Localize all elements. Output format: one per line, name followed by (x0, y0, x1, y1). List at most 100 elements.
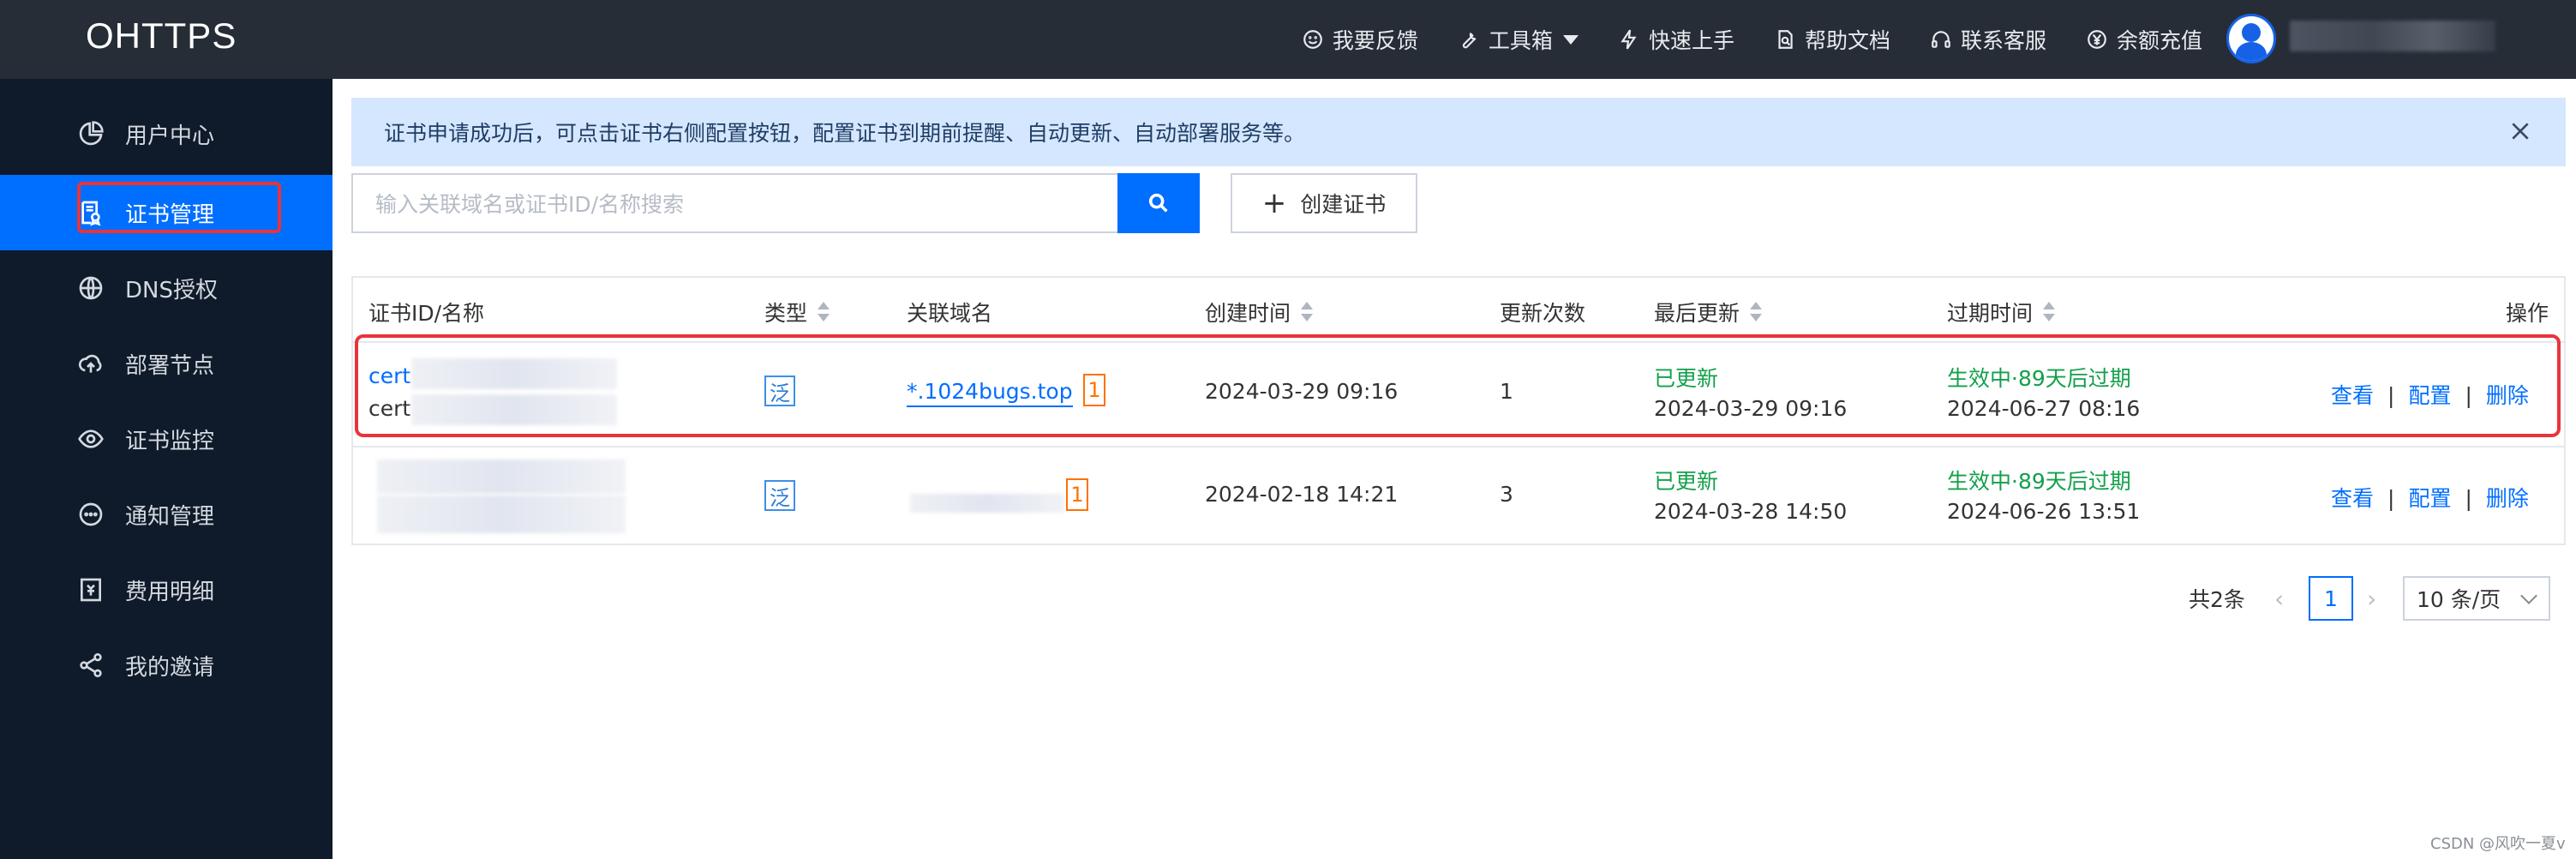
search-placeholder: 输入关联域名或证书ID/名称搜索 (375, 192, 685, 217)
header-created[interactable]: 创建时间 (1205, 297, 1314, 327)
nav-support[interactable]: 联系客服 (1930, 24, 2046, 55)
headset-icon (1932, 31, 1950, 48)
expire-time: 2024-06-26 13:51 (1947, 499, 2141, 524)
lightning-icon (1620, 29, 1637, 50)
wrench-icon (1462, 33, 1477, 49)
caret-down-icon (1562, 34, 1579, 45)
header-id-name-label: 证书ID/名称 (368, 301, 485, 326)
plus-icon: + (1261, 186, 1287, 220)
view-link[interactable]: 查看 (2331, 486, 2374, 511)
share-icon (80, 653, 102, 677)
search-icon (1148, 193, 1168, 213)
redacted-block (377, 460, 626, 494)
nav-recharge-label: 余额充值 (2116, 28, 2202, 53)
globe-icon (79, 276, 103, 300)
sidebar-item-billing[interactable]: 费用明细 (0, 552, 332, 628)
domain-count-badge[interactable]: 1 (1066, 478, 1088, 511)
sidebar-item-label: 费用明细 (125, 579, 215, 605)
sidebar-item-cert-monitor[interactable]: 证书监控 (0, 401, 332, 477)
nav-help-docs-label: 帮助文档 (1804, 28, 1890, 53)
last-update-time: 2024-03-28 14:50 (1654, 499, 1848, 524)
top-nav: 我要反馈 工具箱 快速上手 帮助文档 联系客服 余额充值 (1262, 0, 2202, 79)
header-type[interactable]: 类型 (764, 297, 830, 327)
header-last-update[interactable]: 最后更新 (1654, 297, 1763, 327)
page-size-select[interactable]: 10 条/页 (2403, 576, 2550, 621)
search-button[interactable] (1117, 173, 1200, 233)
nav-toolbox[interactable]: 工具箱 (1458, 24, 1579, 55)
eye-icon (78, 430, 104, 448)
header-type-label: 类型 (764, 301, 808, 326)
sidebar-item-label: 我的邀请 (125, 654, 215, 681)
watermark: CSDN @风吹一夏v (2430, 835, 2566, 853)
action-separator: | (2387, 486, 2395, 511)
pagination-total: 共2条 (2189, 587, 2245, 612)
info-notice: 证书申请成功后，可点击证书右侧配置按钮，配置证书到期前提醒、自动更新、自动部署服… (351, 98, 2566, 166)
header-renew-count: 更新次数 (1500, 297, 1585, 327)
row-actions: 查看 | 配置 | 删除 (2331, 482, 2529, 513)
header-expire[interactable]: 过期时间 (1947, 297, 2056, 327)
expire-status: 生效中·89天后过期 (1947, 469, 2131, 494)
highlight-box-sidebar (77, 182, 281, 233)
header-actions-label: 操作 (2506, 301, 2549, 326)
nav-feedback[interactable]: 我要反馈 (1302, 24, 1418, 55)
top-bar: OHTTPS 我要反馈 工具箱 快速上手 帮助文档 联系客服 余额充值 (0, 0, 2576, 79)
sort-icon[interactable] (1301, 300, 1314, 324)
smile-icon (1303, 30, 1322, 49)
header-renew-count-label: 更新次数 (1500, 301, 1586, 326)
header-created-label: 创建时间 (1205, 301, 1291, 326)
header-expire-label: 过期时间 (1947, 301, 2034, 326)
sidebar-item-invites[interactable]: 我的邀请 (0, 628, 332, 703)
type-badge: 泛 (764, 480, 795, 511)
sidebar-item-notifications[interactable]: 通知管理 (0, 477, 332, 552)
username-redacted[interactable] (2290, 21, 2495, 51)
renew-count: 3 (1500, 482, 1513, 507)
last-update-status: 已更新 (1654, 469, 1719, 494)
chevron-right-icon[interactable]: › (2367, 585, 2376, 613)
sidebar-item-dns-auth[interactable]: DNS授权 (0, 250, 332, 326)
header-last-update-label: 最后更新 (1654, 301, 1740, 326)
nav-quickstart[interactable]: 快速上手 (1618, 24, 1734, 55)
chevron-left-icon[interactable]: ‹ (2274, 585, 2284, 613)
sidebar-item-label: 部署节点 (125, 352, 215, 379)
bill-icon (81, 578, 101, 602)
sort-icon[interactable] (1750, 300, 1763, 324)
chevron-down-icon (2520, 587, 2537, 604)
document-search-icon (1778, 30, 1793, 49)
nav-toolbox-label: 工具箱 (1488, 28, 1553, 53)
sidebar-item-deploy-nodes[interactable]: 部署节点 (0, 326, 332, 401)
create-cert-button[interactable]: + 创建证书 (1231, 173, 1417, 233)
redacted-block (377, 496, 626, 533)
header-domain: 关联域名 (907, 297, 992, 327)
sidebar-item-label: 通知管理 (125, 503, 215, 530)
header-domain-label: 关联域名 (907, 301, 993, 326)
redacted-block (910, 494, 1064, 513)
notice-text: 证书申请成功后，可点击证书右侧配置按钮，配置证书到期前提醒、自动更新、自动部署服… (384, 121, 1306, 146)
close-icon[interactable] (2509, 120, 2531, 142)
header-actions: 操作 (2506, 297, 2549, 327)
highlight-box-row (355, 334, 2561, 437)
avatar[interactable] (2226, 14, 2276, 63)
cloud-upload-icon (79, 354, 102, 373)
sidebar-item-user-center[interactable]: 用户中心 (0, 96, 332, 171)
nav-help-docs[interactable]: 帮助文档 (1774, 24, 1890, 55)
sidebar-item-label: 证书监控 (125, 428, 215, 454)
yen-icon (2088, 30, 2106, 49)
action-separator: | (2465, 486, 2472, 511)
search-input[interactable]: 输入关联域名或证书ID/名称搜索 (351, 173, 1117, 233)
header-id-name: 证书ID/名称 (368, 297, 484, 327)
page-size-value: 10 条/页 (2417, 587, 2501, 612)
create-cert-label: 创建证书 (1300, 192, 1387, 217)
sort-icon[interactable] (2043, 300, 2056, 324)
divider (353, 446, 2564, 448)
sidebar-item-label: 用户中心 (125, 123, 215, 149)
config-link[interactable]: 配置 (2408, 486, 2451, 511)
pie-chart-icon (79, 121, 104, 146)
sort-icon[interactable] (818, 300, 830, 324)
pagination-page-button[interactable]: 1 (2309, 576, 2353, 621)
nav-recharge[interactable]: 余额充值 (2086, 24, 2202, 55)
app-logo[interactable]: OHTTPS (86, 15, 237, 57)
sidebar-item-label: DNS授权 (125, 277, 218, 303)
nav-quickstart-label: 快速上手 (1648, 28, 1734, 53)
delete-link[interactable]: 删除 (2486, 486, 2529, 511)
nav-support-label: 联系客服 (1960, 28, 2046, 53)
